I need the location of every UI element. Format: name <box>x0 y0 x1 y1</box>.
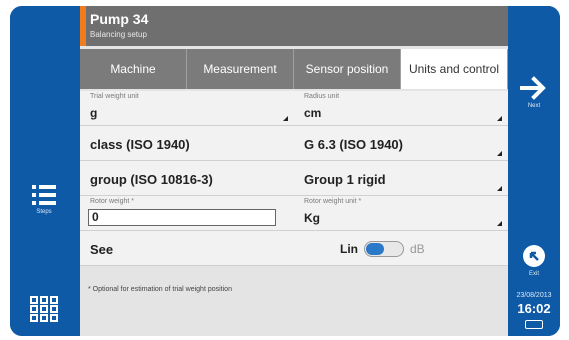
main-screen: Pump 34 Balancing setup Machine Measurem… <box>80 6 508 336</box>
steps-label: Steps <box>36 209 52 215</box>
class-label-cell: class (ISO 1940) <box>80 126 294 160</box>
grid-icon <box>30 296 58 322</box>
left-nav: Steps <box>10 6 80 336</box>
tab-bar: Machine Measurement Sensor position Unit… <box>80 49 508 89</box>
tab-machine[interactable]: Machine <box>80 49 187 89</box>
dropdown-caret-icon <box>497 186 502 191</box>
rotor-weight-unit-label: Rotor weight unit * <box>304 198 362 205</box>
radius-unit-label: Radius unit <box>304 93 340 100</box>
footnote: * Optional for estimation of trial weigh… <box>88 286 232 293</box>
see-row: See Lin dB <box>80 231 508 266</box>
rotor-row: Rotor weight * 0 Rotor weight unit * Kg <box>80 196 508 231</box>
radius-unit-select[interactable]: Radius unit cm <box>294 91 508 125</box>
dropdown-caret-icon <box>497 151 502 156</box>
group-label: group (ISO 10816-3) <box>90 172 213 187</box>
group-row: group (ISO 10816-3) Group 1 rigid <box>80 161 508 196</box>
group-label-cell: group (ISO 10816-3) <box>80 161 294 195</box>
next-button[interactable]: Next <box>520 76 548 109</box>
page-header: Pump 34 Balancing setup <box>80 6 508 46</box>
group-value: Group 1 rigid <box>304 172 386 187</box>
arrow-right-icon <box>520 76 546 100</box>
rotor-weight-unit-select[interactable]: Rotor weight unit * Kg <box>294 196 508 230</box>
class-value: G 6.3 (ISO 1940) <box>304 137 403 152</box>
dropdown-caret-icon <box>283 116 288 121</box>
trial-weight-unit-value: g <box>90 106 98 120</box>
page-subtitle: Balancing setup <box>90 30 147 39</box>
rotor-weight-cell: Rotor weight * 0 <box>80 196 294 230</box>
toggle-knob <box>366 243 384 255</box>
group-select[interactable]: Group 1 rigid <box>294 161 508 195</box>
class-label: class (ISO 1940) <box>90 137 190 152</box>
rotor-weight-label: Rotor weight * <box>90 198 134 205</box>
right-nav: Next Exit 23/08/2013 16:02 <box>508 6 560 336</box>
class-select[interactable]: G 6.3 (ISO 1940) <box>294 126 508 160</box>
trial-weight-unit-select[interactable]: Trial weight unit g <box>80 91 294 125</box>
exit-button[interactable]: Exit <box>522 244 546 277</box>
list-icon <box>32 185 56 205</box>
tab-units-and-control[interactable]: Units and control <box>401 49 508 89</box>
rotor-weight-unit-value: Kg <box>304 211 320 225</box>
settings-form: Trial weight unit g Radius unit cm class… <box>80 91 508 266</box>
lin-db-switch: Lin dB <box>340 241 425 257</box>
rotor-weight-input[interactable]: 0 <box>88 209 276 226</box>
battery-icon <box>525 320 543 329</box>
lin-db-toggle[interactable] <box>364 241 404 257</box>
toggle-lin-label: Lin <box>340 242 358 256</box>
time-display: 16:02 <box>517 301 551 316</box>
page-title: Pump 34 <box>90 11 149 27</box>
exit-icon <box>523 245 545 267</box>
date-display: 23/08/2013 <box>516 292 552 299</box>
dropdown-caret-icon <box>497 116 502 121</box>
device-frame: Steps Pump 34 Balancing setup Machine Me… <box>10 6 560 336</box>
tab-sensor-position[interactable]: Sensor position <box>294 49 401 89</box>
toggle-db-label: dB <box>410 242 425 256</box>
radius-unit-value: cm <box>304 106 322 120</box>
dropdown-caret-icon <box>497 221 502 226</box>
steps-button[interactable]: Steps <box>32 184 56 215</box>
header-accent <box>80 6 86 46</box>
see-label: See <box>90 242 114 257</box>
apps-button[interactable] <box>30 296 58 322</box>
class-row: class (ISO 1940) G 6.3 (ISO 1940) <box>80 126 508 161</box>
trial-weight-unit-label: Trial weight unit <box>90 93 139 100</box>
see-label-cell: See <box>80 231 508 265</box>
tab-measurement[interactable]: Measurement <box>187 49 294 89</box>
units-row: Trial weight unit g Radius unit cm <box>80 91 508 126</box>
next-label: Next <box>527 103 541 109</box>
exit-label: Exit <box>528 271 539 277</box>
